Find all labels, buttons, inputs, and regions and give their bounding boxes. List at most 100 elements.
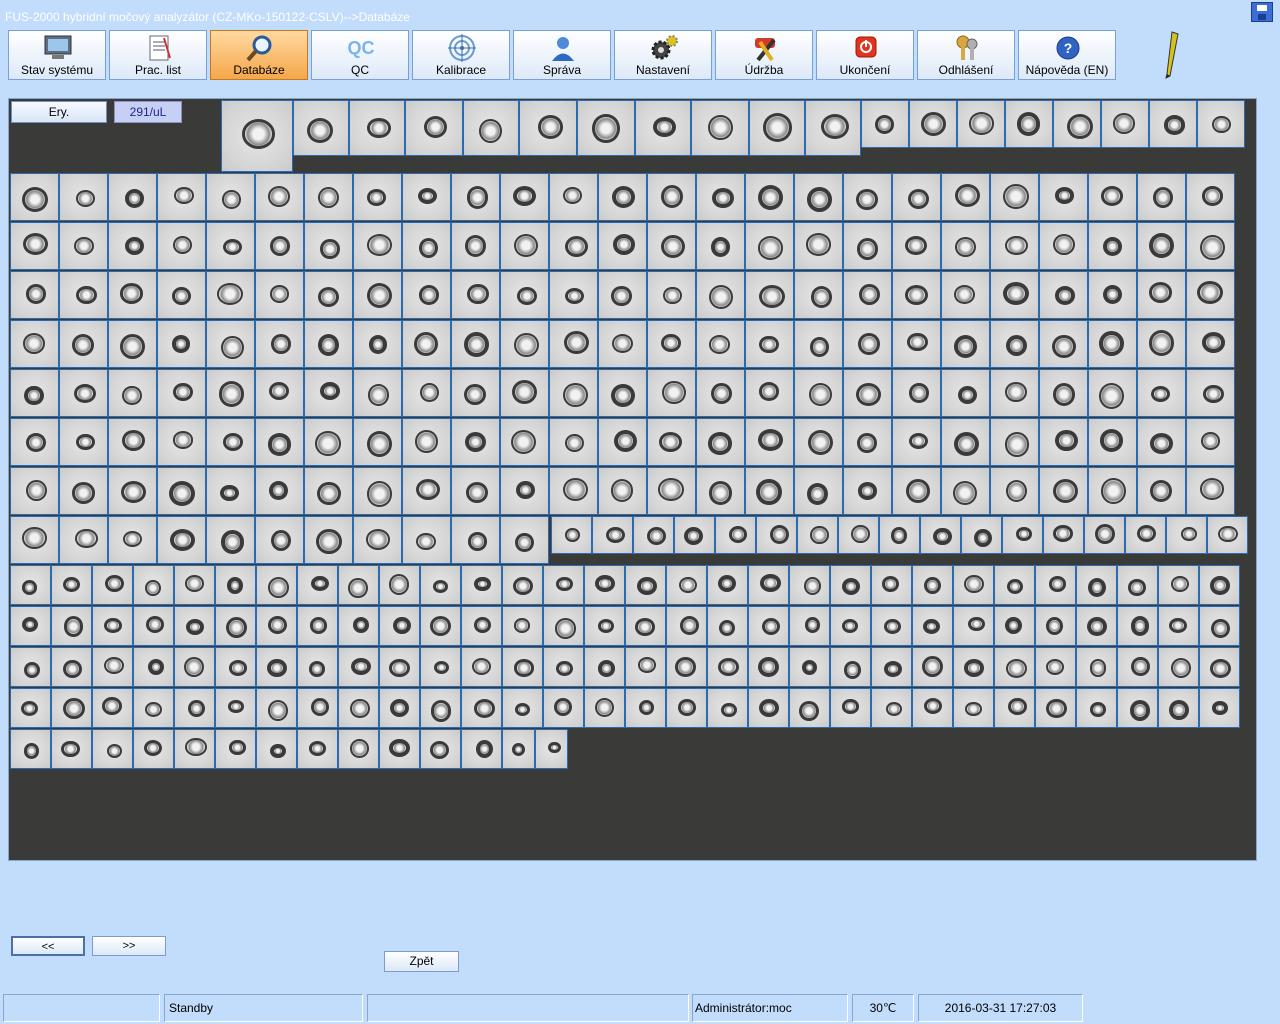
cell-thumbnail[interactable] [1117,565,1158,605]
cell-thumbnail[interactable] [51,647,92,687]
cell-thumbnail[interactable] [879,516,920,554]
cell-thumbnail[interactable] [461,729,502,769]
cell-thumbnail[interactable] [402,418,451,466]
cell-thumbnail[interactable] [1125,516,1166,554]
cell-thumbnail[interactable] [451,418,500,466]
cell-thumbnail[interactable] [1186,222,1235,270]
cell-thumbnail[interactable] [92,688,133,728]
cell-thumbnail[interactable] [108,173,157,221]
cell-thumbnail[interactable] [871,647,912,687]
previous-page-button[interactable]: << [11,936,85,956]
cell-thumbnail[interactable] [549,222,598,270]
cell-thumbnail[interactable] [255,418,304,466]
cell-thumbnail[interactable] [215,647,256,687]
toolbar-button-nastaveni[interactable]: Nastavení [614,30,712,80]
cell-thumbnail[interactable] [1117,606,1158,646]
toolbar-button-kalibrace[interactable]: Kalibrace [412,30,510,80]
cell-thumbnail[interactable] [500,173,549,221]
cell-thumbnail[interactable] [1137,271,1186,319]
cell-thumbnail[interactable] [1149,100,1197,148]
cell-thumbnail[interactable] [108,467,157,515]
cell-thumbnail[interactable] [500,222,549,270]
cell-thumbnail[interactable] [696,418,745,466]
cell-thumbnail[interactable] [953,606,994,646]
cell-thumbnail[interactable] [451,369,500,417]
cell-thumbnail[interactable] [912,606,953,646]
cell-thumbnail[interactable] [598,320,647,368]
cell-thumbnail[interactable] [108,320,157,368]
cell-thumbnail[interactable] [789,688,830,728]
cell-thumbnail[interactable] [157,271,206,319]
cell-thumbnail[interactable] [707,647,748,687]
cell-thumbnail[interactable] [353,369,402,417]
cell-thumbnail[interactable] [1117,688,1158,728]
cell-thumbnail[interactable] [500,369,549,417]
cell-thumbnail[interactable] [941,320,990,368]
cell-class-button[interactable]: Ery. [11,101,107,123]
cell-thumbnail[interactable] [10,271,59,319]
toolbar-button-prac-list[interactable]: Prac. list [109,30,207,80]
cell-thumbnail[interactable] [420,606,461,646]
cell-thumbnail[interactable] [10,565,51,605]
cell-thumbnail[interactable] [598,369,647,417]
cell-thumbnail[interactable] [635,100,691,156]
cell-thumbnail[interactable] [1053,100,1101,148]
cell-thumbnail[interactable] [830,606,871,646]
cell-thumbnail[interactable] [206,320,255,368]
cell-thumbnail[interactable] [420,565,461,605]
cell-thumbnail[interactable] [794,467,843,515]
cell-thumbnail[interactable] [994,565,1035,605]
cell-thumbnail[interactable] [912,647,953,687]
cell-thumbnail[interactable] [843,173,892,221]
cell-thumbnail[interactable] [1035,606,1076,646]
cell-thumbnail[interactable] [543,647,584,687]
cell-thumbnail[interactable] [592,516,633,554]
cell-thumbnail[interactable] [598,173,647,221]
cell-thumbnail[interactable] [59,173,108,221]
cell-thumbnail[interactable] [647,222,696,270]
cell-thumbnail[interactable] [379,565,420,605]
cell-thumbnail[interactable] [871,606,912,646]
cell-thumbnail[interactable] [647,173,696,221]
cell-thumbnail[interactable] [174,606,215,646]
cell-thumbnail[interactable] [353,418,402,466]
cell-thumbnail[interactable] [549,271,598,319]
cell-thumbnail[interactable] [1039,173,1088,221]
cell-thumbnail[interactable] [830,688,871,728]
cell-thumbnail[interactable] [551,516,592,554]
cell-thumbnail[interactable] [843,418,892,466]
cell-thumbnail[interactable] [1186,369,1235,417]
cell-thumbnail[interactable] [745,173,794,221]
cell-thumbnail[interactable] [402,222,451,270]
cell-thumbnail[interactable] [707,688,748,728]
cell-thumbnail[interactable] [338,606,379,646]
cell-thumbnail[interactable] [402,173,451,221]
cell-thumbnail[interactable] [451,173,500,221]
cell-thumbnail[interactable] [1035,647,1076,687]
cell-thumbnail[interactable] [519,100,577,156]
cell-thumbnail[interactable] [994,688,1035,728]
cell-thumbnail[interactable] [953,647,994,687]
cell-thumbnail[interactable] [297,688,338,728]
cell-thumbnail[interactable] [402,320,451,368]
cell-thumbnail[interactable] [830,647,871,687]
cell-thumbnail[interactable] [1039,467,1088,515]
cell-thumbnail[interactable] [1186,418,1235,466]
cell-thumbnail[interactable] [256,565,297,605]
cell-thumbnail[interactable] [1076,647,1117,687]
cell-thumbnail[interactable] [500,418,549,466]
cell-thumbnail[interactable] [206,418,255,466]
cell-thumbnail[interactable] [420,688,461,728]
cell-thumbnail[interactable] [789,606,830,646]
cell-thumbnail[interactable] [745,369,794,417]
cell-thumbnail[interactable] [157,418,206,466]
cell-thumbnail[interactable] [1088,369,1137,417]
cell-thumbnail[interactable] [1088,467,1137,515]
cell-thumbnail[interactable] [59,467,108,515]
cell-thumbnail[interactable] [745,467,794,515]
cell-thumbnail[interactable] [1043,516,1084,554]
cell-thumbnail[interactable] [794,271,843,319]
cell-thumbnail[interactable] [206,369,255,417]
cell-thumbnail[interactable] [379,647,420,687]
toolbar-button-stav-systemu[interactable]: Stav systému [8,30,106,80]
